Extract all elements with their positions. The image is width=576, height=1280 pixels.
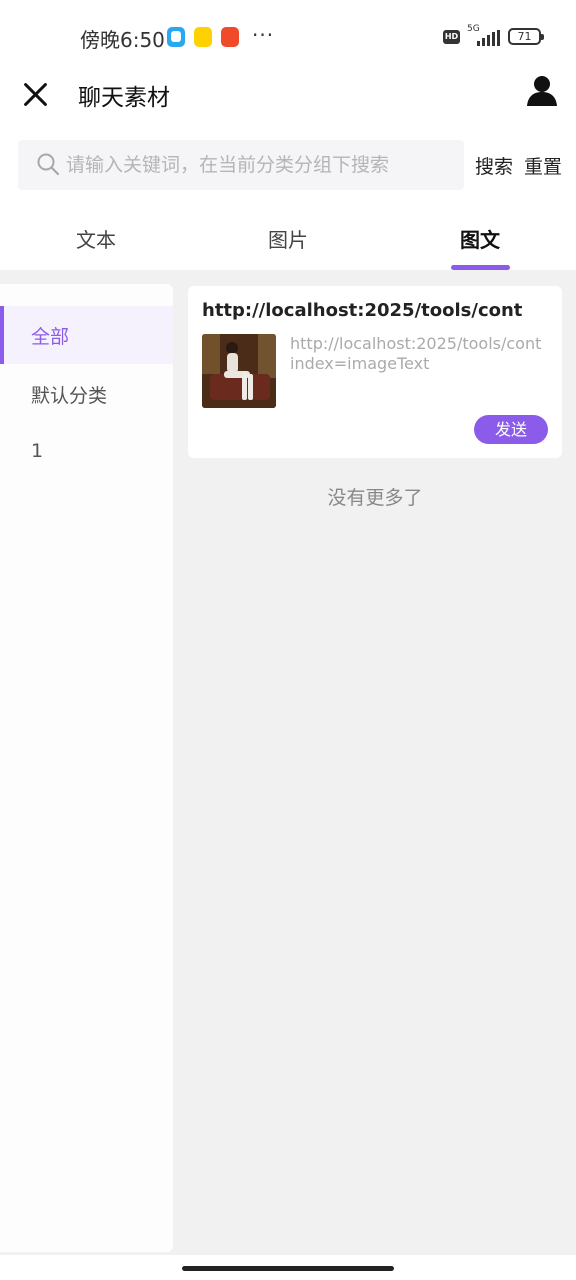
sidebar-item-all[interactable]: 全部 [0,306,173,364]
qq-app-icon [167,27,185,47]
material-card[interactable]: http://localhost:2025/tools/cont http://… [188,286,562,458]
search-input[interactable] [66,145,456,185]
hd-icon: HD [443,30,460,44]
search-icon [37,153,60,176]
sidebar-item-label: 默认分类 [31,385,108,407]
send-button[interactable]: 发送 [474,415,548,444]
no-more-text: 没有更多了 [327,487,423,509]
material-thumbnail [202,334,276,408]
signal-icon [477,30,501,46]
sidebar-item-1[interactable]: 1 [0,424,173,482]
taobao-app-icon [221,27,239,47]
search-button[interactable]: 搜索 [475,152,513,179]
header: 聊天素材 [0,74,576,134]
status-bar: 傍晚6:50 ··· HD 5G 71 [0,0,576,74]
tab-bar: 文本 图片 图文 [0,208,576,270]
more-notifications-icon: ··· [252,23,275,47]
reset-button[interactable]: 重置 [524,152,562,179]
tab-text[interactable]: 文本 [0,224,192,253]
sidebar-item-label: 1 [31,440,44,462]
tab-image[interactable]: 图片 [192,224,384,253]
close-icon[interactable] [22,80,50,108]
user-icon[interactable] [525,74,559,108]
battery-icon: 71 [508,28,544,45]
category-sidebar: 全部 默认分类 1 [0,284,173,1252]
meituan-app-icon [194,27,212,47]
home-indicator[interactable] [182,1266,394,1271]
material-desc-line: index=imageText [290,354,430,373]
tab-image-text[interactable]: 图文 [384,224,576,253]
page-title: 聊天素材 [78,85,170,111]
sidebar-item-label: 全部 [31,326,70,348]
material-description: http://localhost:2025/tools/cont index=i… [290,334,548,374]
sidebar-item-default[interactable]: 默认分类 [0,365,173,423]
material-title: http://localhost:2025/tools/cont [202,300,523,321]
material-desc-line: http://localhost:2025/tools/cont [290,334,542,353]
status-time: 傍晚6:50 [80,28,165,52]
